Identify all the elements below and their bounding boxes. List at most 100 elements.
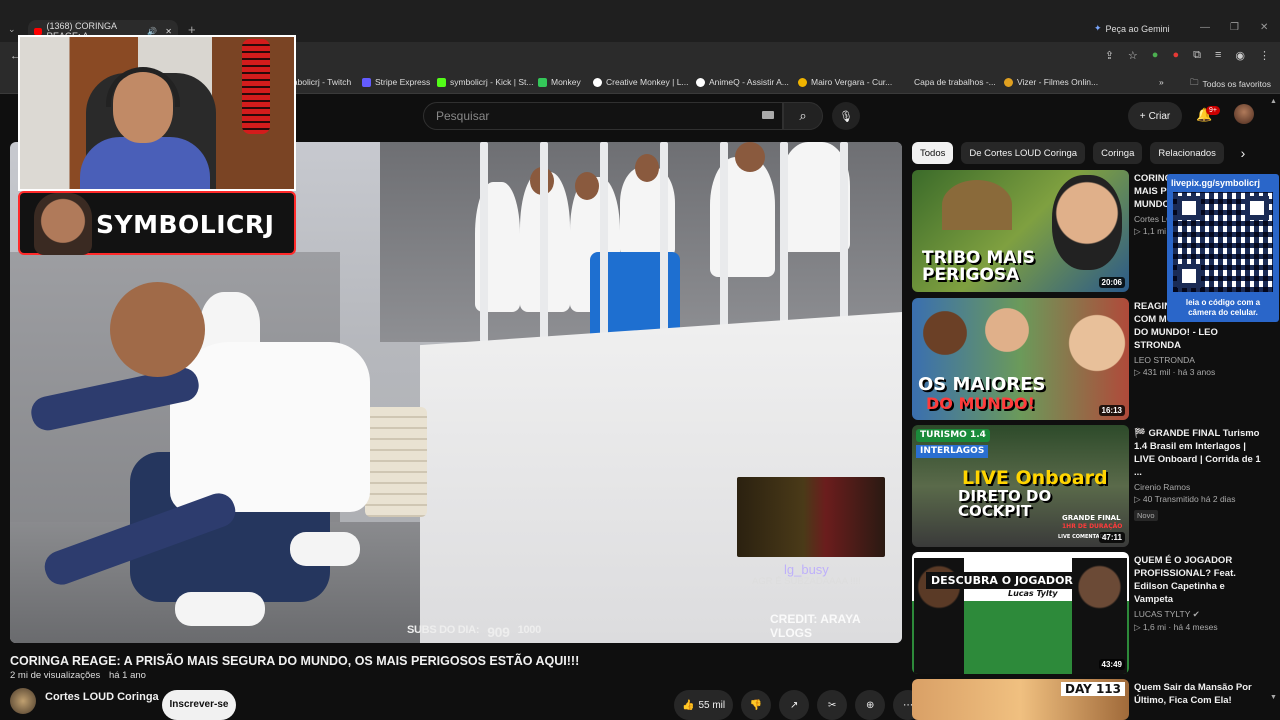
channel-name[interactable]: Cortes LOUD Coringa	[45, 691, 159, 703]
bookmark-item[interactable]: Mairo Vergara - Cur...	[798, 77, 892, 87]
recommendation-channel[interactable]: Cirenio Ramos	[1134, 482, 1262, 492]
search-button[interactable]: ⌕	[783, 102, 823, 130]
minimize-icon[interactable]: —	[1200, 22, 1210, 33]
recommendation-item[interactable]: TURISMO 1.4 INTERLAGOS LIVE Onboard DIRE…	[912, 425, 1261, 547]
thumb-face	[920, 303, 970, 363]
video-duration: 20:06	[1098, 277, 1125, 288]
overlay-mini-message: AGR É SUBZADAAAA !!!!	[752, 576, 861, 587]
browser-menu-icon[interactable]: ⋮	[1259, 49, 1270, 62]
video-duration: 16:13	[1098, 405, 1125, 416]
youtube-favicon-icon	[34, 27, 43, 35]
new-badge: Novo	[1134, 510, 1158, 521]
bookmarks-overflow-icon[interactable]: »	[1159, 77, 1164, 87]
bookmark-item[interactable]: rabolicrj - Twitch	[290, 77, 351, 87]
all-bookmarks-folder[interactable]: 🗀 Todos os favoritos	[1190, 77, 1271, 91]
recommendation-item[interactable]: DESCUBRA O JOGADOR Lucas Tylty 43:49 QUE…	[912, 552, 1252, 674]
video-scene-bar	[660, 142, 668, 342]
bookmark-label: Mairo Vergara - Cur...	[811, 77, 893, 87]
overlay-mini-video	[737, 477, 885, 557]
bookmark-item[interactable]: AnimeQ - Assistir A...	[696, 77, 789, 87]
recommendation-channel-name: LUCAS TYLTY	[1134, 609, 1191, 619]
like-button[interactable]: 👍 55 mil	[674, 690, 734, 720]
create-button[interactable]: + Criar	[1128, 102, 1182, 130]
keyboard-icon[interactable]	[762, 111, 774, 119]
search-input[interactable]: Pesquisar	[423, 102, 783, 130]
thumb-text: DESCUBRA O JOGADOR	[926, 572, 1078, 589]
bookmark-item[interactable]: Monkey	[538, 77, 581, 87]
clip-icon: ✂	[827, 699, 837, 711]
toolbar-icons: ⇪ ☆ ● ● ⧉ ≡ ◉ ⋮	[1105, 49, 1270, 62]
overlay-mini-username: lg_busy	[784, 562, 829, 577]
voice-search-button[interactable]: 🎙	[832, 102, 860, 130]
clip-button[interactable]: ✂	[817, 690, 848, 720]
vizer-icon	[1004, 77, 1013, 87]
recommendation-thumbnail[interactable]: OS MAIORES DO MUNDO! 16:13	[912, 298, 1129, 420]
mic-icon: 🎙	[839, 110, 853, 123]
video-scene-bar	[540, 142, 548, 342]
tab-list-chevron-icon[interactable]: ⌄	[8, 24, 16, 35]
mairo-vergara-icon	[798, 77, 807, 87]
video-scene-head	[575, 172, 599, 200]
recommendation-channel[interactable]: LUCAS TYLTY ✔	[1134, 609, 1262, 620]
bookmark-item[interactable]: symbolicrj - Kick | St...	[437, 77, 533, 87]
bookmark-item[interactable]: Creative Monkey | L...	[593, 77, 689, 87]
webcam-body	[80, 137, 210, 189]
bookmark-label: AnimeQ - Assistir A...	[709, 77, 789, 87]
thumb-text-line1: OS MAIORES	[918, 374, 1046, 395]
account-avatar[interactable]	[1234, 104, 1254, 124]
recommendation-thumbnail[interactable]: TURISMO 1.4 INTERLAGOS LIVE Onboard DIRE…	[912, 425, 1129, 547]
chip-todos[interactable]: Todos	[912, 142, 954, 164]
recommendation-channel[interactable]: LEO STRONDA	[1134, 355, 1262, 365]
media-control-icon[interactable]: ≡	[1215, 49, 1221, 62]
thumb-main-text: LIVE Onboard	[962, 467, 1108, 489]
video-scene-shoe	[175, 592, 265, 626]
install-app-icon[interactable]: ⇪	[1105, 49, 1114, 62]
recommendation-stats: ▷ 40 Transmitido há 2 dias	[1134, 494, 1236, 504]
chips-next-chevron-icon[interactable]: ›	[1232, 142, 1254, 164]
thumb-face	[982, 300, 1032, 360]
livepix-qr-overlay: livepix.gg/symbolicrj leia o código com …	[1167, 174, 1279, 322]
bookmark-item[interactable]: Capa de trabalhos -...	[914, 77, 996, 87]
share-button[interactable]: ↗	[779, 690, 810, 720]
gemini-button[interactable]: ✦ Peça ao Gemini	[1094, 23, 1170, 34]
subs-counter: SUBS DO DIA: 909 1000	[407, 624, 541, 640]
recommendation-thumbnail[interactable]: DESCUBRA O JOGADOR Lucas Tylty 43:49	[912, 552, 1129, 674]
save-button[interactable]: ⊕	[855, 690, 886, 720]
chip-channel[interactable]: De Cortes LOUD Coringa	[961, 142, 1086, 164]
save-icon: ⊕	[865, 699, 875, 711]
recommendation-thumbnail[interactable]: TRIBO MAIS PERIGOSA 20:06	[912, 170, 1129, 292]
subscribe-button[interactable]: Inscrever-se	[162, 690, 236, 720]
recommendation-views: 431 mil	[1142, 367, 1171, 377]
scroll-up-icon[interactable]: ▲	[1270, 98, 1277, 105]
recommendation-views: 40	[1142, 494, 1153, 504]
qr-finder	[1177, 264, 1201, 288]
notifications-badge: 9+	[1206, 106, 1220, 115]
video-scene-bar	[840, 142, 848, 342]
chip-related[interactable]: Relacionados	[1150, 142, 1224, 164]
video-scene-shoe	[290, 532, 360, 566]
recommendation-views: 1,6 mi	[1142, 622, 1167, 632]
video-scene-bar	[600, 142, 608, 342]
gemini-label: Peça ao Gemini	[1105, 23, 1170, 34]
thumb-final-text-2: 1HR DE DURAÇÃO	[1062, 523, 1123, 530]
bookmark-item[interactable]: Stripe Express	[362, 77, 430, 87]
video-scene-head	[735, 142, 765, 172]
channel-avatar[interactable]	[10, 688, 36, 714]
recommendation-item[interactable]: DAY 113 Quem Sair da Mansão Por Último, …	[912, 679, 1252, 720]
chip-coringa[interactable]: Coringa	[1093, 142, 1143, 164]
recommendation-title: QUEM É O JOGADOR PROFISSIONAL? Feat. Edi…	[1134, 555, 1236, 605]
dislike-button[interactable]: 👎	[741, 690, 772, 720]
extension-red-icon[interactable]: ●	[1172, 49, 1179, 62]
video-scene-head	[635, 154, 659, 182]
close-window-icon[interactable]: ✕	[1260, 22, 1268, 33]
kick-icon	[437, 77, 446, 87]
bookmark-item[interactable]: Vizer - Filmes Onlin...	[1004, 77, 1098, 87]
profile-avatar-icon[interactable]: ◉	[1235, 49, 1245, 62]
bookmark-star-icon[interactable]: ☆	[1128, 49, 1138, 62]
restore-icon[interactable]: ❐	[1230, 22, 1239, 33]
extensions-puzzle-icon[interactable]: ⧉	[1193, 49, 1201, 62]
recommendation-thumbnail[interactable]: DAY 113	[912, 679, 1129, 720]
extension-green-icon[interactable]: ●	[1152, 49, 1159, 62]
recommendation-views: 1,1 mi	[1142, 226, 1167, 236]
scroll-down-icon[interactable]: ▼	[1270, 694, 1277, 701]
